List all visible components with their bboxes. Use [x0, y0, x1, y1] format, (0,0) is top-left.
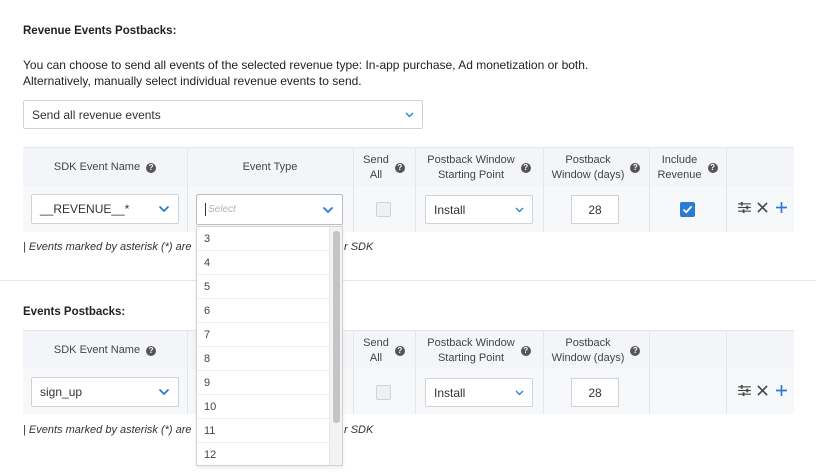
add-icon[interactable]: [774, 200, 788, 214]
dropdown-option[interactable]: 6: [197, 299, 330, 323]
dropdown-option[interactable]: 3: [197, 227, 330, 251]
header-send-all: Send All?: [353, 148, 415, 187]
events-starting-point-select[interactable]: Install: [425, 378, 533, 407]
sdk-event-dropdown[interactable]: __REVENUE__*: [31, 194, 179, 224]
chevron-down-icon: [514, 388, 524, 398]
help-icon[interactable]: ?: [630, 345, 641, 356]
section-divider: [0, 280, 816, 281]
events-sdk-event-dropdown[interactable]: sign_up: [31, 377, 179, 407]
checkmark-icon: [682, 205, 693, 214]
chevron-down-icon: [158, 202, 170, 216]
event-type-placeholder: Select: [208, 204, 236, 215]
chevron-down-icon: [322, 203, 334, 217]
text-caret: [205, 203, 206, 216]
help-icon[interactable]: ?: [146, 345, 157, 356]
dropdown-option[interactable]: 9: [197, 371, 330, 395]
asterisk-note-tail: r SDK: [344, 241, 374, 253]
chevron-down-icon: [514, 205, 524, 215]
dropdown-option[interactable]: 5: [197, 275, 330, 299]
help-icon[interactable]: ?: [630, 162, 641, 173]
event-type-dropdown[interactable]: Select: [196, 194, 343, 225]
dropdown-option[interactable]: 7: [197, 323, 330, 347]
dropdown-option[interactable]: 12: [197, 443, 330, 465]
close-icon[interactable]: [755, 200, 769, 214]
help-icon[interactable]: ?: [520, 345, 531, 356]
dropdown-scrollbar[interactable]: [329, 227, 342, 465]
sdk-event-value: __REVENUE__*: [40, 202, 130, 216]
header-window-starting-point: Postback Window Starting Point?: [415, 148, 543, 187]
add-icon[interactable]: [774, 383, 788, 397]
chevron-down-icon: [404, 110, 414, 120]
revenue-section-title: Revenue Events Postbacks:: [23, 25, 177, 37]
header-include-revenue: Include Revenue?: [649, 148, 726, 187]
dropdown-option[interactable]: 4: [197, 251, 330, 275]
header-window-days: Postback Window (days)?: [543, 331, 649, 370]
revenue-table-header: SDK Event Name? Event Type Send All? Post…: [23, 147, 794, 186]
help-icon[interactable]: ?: [520, 162, 531, 173]
header-sdk-event-name: SDK Event Name?: [23, 148, 187, 187]
header-window-days: Postback Window (days)?: [543, 148, 649, 187]
chevron-down-icon: [158, 385, 170, 399]
header-window-starting-point: Postback Window Starting Point?: [415, 331, 543, 370]
asterisk-note: | Events marked by asterisk (*) are: [23, 424, 192, 436]
send-all-checkbox[interactable]: [376, 202, 391, 217]
help-icon[interactable]: ?: [394, 345, 405, 356]
events-section-title: Events Postbacks:: [23, 306, 126, 318]
events-table-header: SDK Event Name? Send All? Postback Window…: [23, 330, 794, 369]
dropdown-option[interactable]: 11: [197, 419, 330, 443]
revenue-description-line-2: Alternatively, manually select individua…: [23, 74, 362, 88]
dropdown-option[interactable]: 10: [197, 395, 330, 419]
send-mode-value: Send all revenue events: [32, 107, 161, 122]
events-window-days-input[interactable]: 28: [571, 378, 619, 407]
settings-sliders-icon[interactable]: [737, 200, 751, 214]
asterisk-note-tail: r SDK: [344, 424, 374, 436]
window-days-input[interactable]: 28: [571, 195, 619, 224]
revenue-description-line-1: You can choose to send all events of the…: [23, 58, 589, 72]
header-send-all: Send All?: [353, 331, 415, 370]
send-mode-select[interactable]: Send all revenue events: [23, 100, 423, 129]
dropdown-option[interactable]: 8: [197, 347, 330, 371]
header-sdk-event-name: SDK Event Name?: [23, 331, 187, 370]
include-revenue-checkbox[interactable]: [680, 202, 695, 217]
event-type-options-menu: 3 4 5 6 7 8 9 10 11 12: [196, 226, 343, 466]
asterisk-note: | Events marked by asterisk (*) are: [23, 241, 192, 253]
help-icon[interactable]: ?: [146, 162, 157, 173]
help-icon[interactable]: ?: [707, 162, 718, 173]
sdk-event-value: sign_up: [40, 385, 83, 399]
scrollbar-thumb[interactable]: [333, 231, 340, 423]
events-send-all-checkbox[interactable]: [376, 385, 391, 400]
starting-point-select[interactable]: Install: [425, 195, 533, 224]
header-event-type: Event Type: [242, 161, 298, 173]
settings-sliders-icon[interactable]: [737, 383, 751, 397]
starting-point-value: Install: [434, 385, 466, 400]
help-icon[interactable]: ?: [394, 162, 405, 173]
close-icon[interactable]: [755, 383, 769, 397]
starting-point-value: Install: [434, 202, 466, 217]
